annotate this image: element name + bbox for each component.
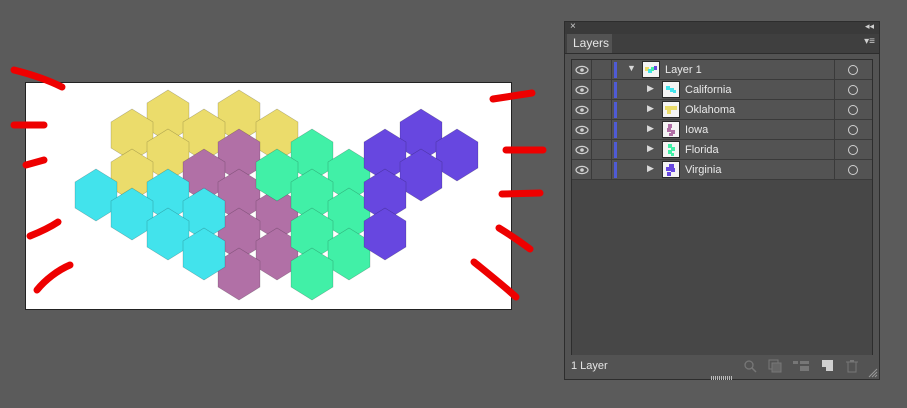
- layer-thumbnail: [642, 61, 660, 78]
- target-button[interactable]: [834, 120, 872, 140]
- layer-color-indicator: [614, 162, 617, 178]
- lock-toggle[interactable]: [592, 100, 612, 120]
- visibility-toggle[interactable]: [572, 80, 592, 100]
- eye-icon: [575, 145, 589, 155]
- layer-thumbnail: [662, 121, 680, 138]
- lock-toggle[interactable]: [592, 140, 612, 160]
- lock-toggle[interactable]: [592, 160, 612, 180]
- layer-thumbnail: [662, 161, 680, 178]
- target-circle-icon: [848, 65, 858, 75]
- target-circle-icon: [848, 145, 858, 155]
- layer-thumbnail: [662, 141, 680, 158]
- locate-object-icon[interactable]: [743, 359, 757, 373]
- layer-name[interactable]: Virginia: [685, 160, 722, 180]
- layer-name[interactable]: Layer 1: [665, 60, 702, 80]
- layer-name[interactable]: California: [685, 80, 731, 100]
- eye-icon: [575, 105, 589, 115]
- panel-tab-row: Layers ▾≡: [565, 34, 879, 54]
- panel-menu-icon[interactable]: ▾≡: [864, 36, 875, 47]
- make-clipping-mask-icon[interactable]: [768, 359, 782, 373]
- visibility-toggle[interactable]: [572, 120, 592, 140]
- visibility-toggle[interactable]: [572, 60, 592, 80]
- expand-down-icon[interactable]: ▼: [627, 63, 636, 73]
- eye-icon: [575, 165, 589, 175]
- panel-title-bar[interactable]: × ◂◂: [565, 21, 879, 34]
- lock-toggle[interactable]: [592, 120, 612, 140]
- new-layer-icon[interactable]: [821, 359, 835, 373]
- eye-icon: [575, 125, 589, 135]
- layer-color-indicator: [614, 102, 617, 118]
- visibility-toggle[interactable]: [572, 160, 592, 180]
- target-circle-icon: [848, 125, 858, 135]
- new-sublayer-icon[interactable]: [792, 359, 810, 373]
- expand-right-icon[interactable]: ▶: [647, 163, 654, 174]
- layer-color-indicator: [614, 62, 617, 78]
- resize-grip-icon[interactable]: [868, 368, 878, 378]
- layers-list: ▼ Layer 1 ▶ California ▶ Oklahoma ▶ Iowa…: [571, 59, 873, 356]
- layer-color-indicator: [614, 122, 617, 138]
- layer-count: 1 Layer: [571, 360, 608, 372]
- layer-row-iowa[interactable]: ▶ Iowa: [572, 120, 872, 140]
- layer-row-virginia[interactable]: ▶ Virginia: [572, 160, 872, 180]
- visibility-toggle[interactable]: [572, 100, 592, 120]
- target-button[interactable]: [834, 80, 872, 100]
- visibility-toggle[interactable]: [572, 140, 592, 160]
- expand-right-icon[interactable]: ▶: [647, 143, 654, 154]
- tab-layers[interactable]: Layers: [567, 34, 612, 53]
- target-circle-icon: [848, 85, 858, 95]
- layer-thumbnail: [662, 81, 680, 98]
- layer-row-layer-1[interactable]: ▼ Layer 1: [572, 60, 872, 80]
- target-button[interactable]: [834, 160, 872, 180]
- close-icon[interactable]: ×: [570, 21, 576, 32]
- lock-toggle[interactable]: [592, 80, 612, 100]
- lock-toggle[interactable]: [592, 60, 612, 80]
- collapse-icon[interactable]: ◂◂: [865, 21, 874, 32]
- expand-right-icon[interactable]: ▶: [647, 123, 654, 134]
- layer-name[interactable]: Florida: [685, 140, 719, 160]
- delete-icon[interactable]: [845, 359, 859, 373]
- layer-row-california[interactable]: ▶ California: [572, 80, 872, 100]
- eye-icon: [575, 85, 589, 95]
- expand-right-icon[interactable]: ▶: [647, 83, 654, 94]
- layer-name[interactable]: Oklahoma: [685, 100, 735, 120]
- target-circle-icon: [848, 105, 858, 115]
- eye-icon: [575, 65, 589, 75]
- layer-color-indicator: [614, 142, 617, 158]
- layer-color-indicator: [614, 82, 617, 98]
- layer-thumbnail: [662, 101, 680, 118]
- layer-row-florida[interactable]: ▶ Florida: [572, 140, 872, 160]
- panel-drag-handle[interactable]: [711, 376, 733, 380]
- target-button[interactable]: [834, 140, 872, 160]
- layer-row-oklahoma[interactable]: ▶ Oklahoma: [572, 100, 872, 120]
- target-button[interactable]: [834, 100, 872, 120]
- expand-right-icon[interactable]: ▶: [647, 103, 654, 114]
- layer-name[interactable]: Iowa: [685, 120, 708, 140]
- target-circle-icon: [848, 165, 858, 175]
- layers-panel: × ◂◂ Layers ▾≡ ▼ Layer 1 ▶ California ▶ …: [564, 21, 880, 380]
- target-button[interactable]: [834, 60, 872, 80]
